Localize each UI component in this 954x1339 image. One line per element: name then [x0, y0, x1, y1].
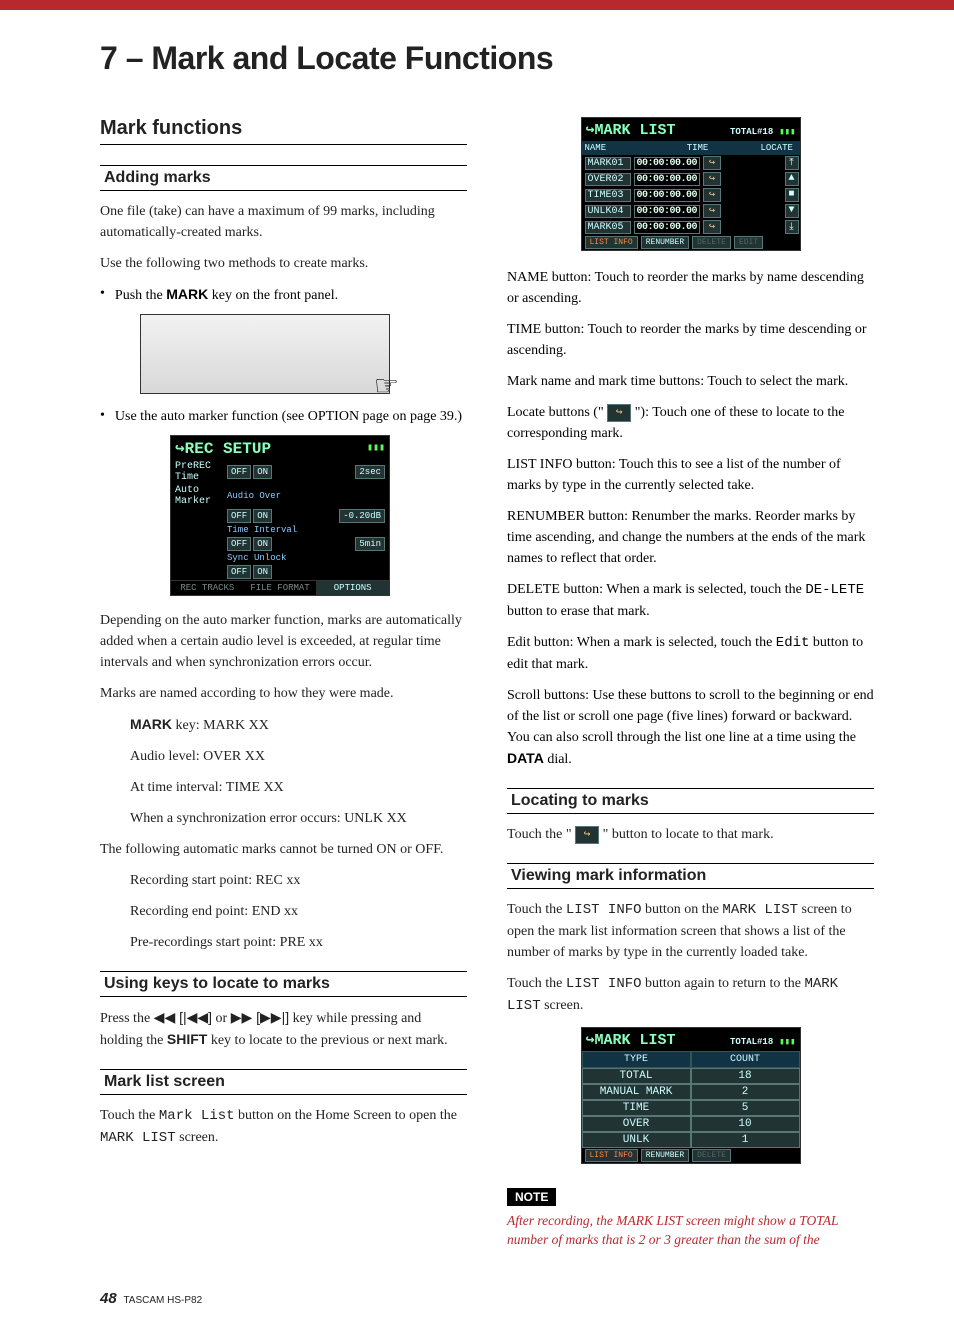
viewing-p1: Touch the LIST INFO button on the MARK L… [507, 899, 874, 963]
info-list-info-btn: LIST INFO [585, 1149, 638, 1162]
named-mark: MARK key: MARK XX [100, 714, 467, 736]
battery-icon: ▮▮▮ [779, 127, 795, 137]
adding-p4: Marks are named according to how they we… [100, 683, 467, 704]
def-renumber: RENUMBER button: Renumber the marks. Reo… [507, 506, 874, 569]
edit-btn: EDIT [734, 236, 763, 249]
right-column: ↪MARK LIST TOTAL#18 ▮▮▮ NAME TIME LOCATE… [507, 117, 874, 1250]
scroll-up-icon: ▲ [785, 172, 799, 186]
named-audio: Audio level: OVER XX [100, 746, 467, 767]
locate-icon: ↪ [703, 220, 721, 234]
page-number: 48 [100, 1290, 117, 1307]
scroll-pos-icon: ■ [785, 188, 799, 202]
banner [0, 0, 954, 10]
locate-icon: ↪ [703, 204, 721, 218]
subsection-using-keys: Using keys to locate to marks [100, 971, 467, 997]
adding-p2: Use the following two methods to create … [100, 253, 467, 274]
rec-setup-title: ↪REC SETUP ▮▮▮ [171, 436, 389, 460]
def-scroll: Scroll buttons: Use these buttons to scr… [507, 685, 874, 770]
adding-p1: One file (take) can have a maximum of 99… [100, 201, 467, 243]
mark-list-figure: ↪MARK LIST TOTAL#18 ▮▮▮ NAME TIME LOCATE… [581, 117, 801, 251]
note-badge: NOTE [507, 1188, 556, 1206]
named-sync: When a synchronization error occurs: UNL… [100, 808, 467, 829]
tab-options: OPTIONS [316, 581, 389, 595]
def-markname: Mark name and mark time buttons: Touch t… [507, 371, 874, 392]
bullet-auto-marker: • Use the auto marker function (see OPTI… [100, 406, 467, 427]
tab-rec-tracks: REC TRACKS [171, 581, 244, 595]
viewing-p2: Touch the LIST INFO button again to retu… [507, 973, 874, 1017]
def-locate: Locate buttons (" ↪ "): Touch one of the… [507, 402, 874, 444]
battery-icon: ▮▮▮ [779, 1037, 795, 1047]
tab-file-format: FILE FORMAT [244, 581, 317, 595]
bullet-text-2: Use the auto marker function (see OPTION… [115, 406, 467, 427]
bullet-push-mark: • Push the MARK key on the front panel. [100, 284, 467, 306]
locate-icon: ↪ [607, 404, 631, 423]
finger-icon: ☞ [374, 369, 399, 403]
bullet-dot-icon: • [100, 408, 105, 424]
mark-list-text: Touch the Mark List button on the Home S… [100, 1105, 467, 1149]
renumber-btn: RENUMBER [641, 236, 689, 249]
bullet-dot-icon: • [100, 286, 105, 302]
subsection-locating: Locating to marks [507, 788, 874, 814]
subsection-mark-list-screen: Mark list screen [100, 1069, 467, 1095]
list-info-btn: LIST INFO [585, 236, 638, 249]
page-content: 7 – Mark and Locate Functions Mark funct… [0, 10, 954, 1337]
locating-text: Touch the " ↪ " button to locate to that… [507, 824, 874, 845]
locate-icon: ↪ [703, 156, 721, 170]
ml-title: ↪MARK LIST TOTAL#18 ▮▮▮ [582, 118, 800, 141]
using-keys-text: Press the ◀◀ [|◀◀] or ▶▶ [▶▶|] key while… [100, 1007, 467, 1051]
page-footer: 48 TASCAM HS-P82 [100, 1290, 874, 1307]
mark-list-info-figure: ↪MARK LIST TOTAL#18 ▮▮▮ TYPE COUNT TOTAL… [581, 1027, 801, 1164]
bullet-text-1: Push the MARK key on the front panel. [115, 284, 467, 306]
info-delete-btn: DELETE [692, 1149, 731, 1162]
def-edit: Edit button: When a mark is selected, to… [507, 632, 874, 675]
subsection-viewing: Viewing mark information [507, 863, 874, 889]
two-column-layout: Mark functions Adding marks One file (ta… [100, 117, 874, 1250]
note-text: After recording, the MARK LIST screen mi… [507, 1212, 874, 1250]
scroll-bottom-icon: ⤓ [785, 220, 799, 234]
auto-pre: Pre-recordings start point: PRE xx [100, 932, 467, 953]
locate-icon: ↪ [575, 826, 599, 845]
left-column: Mark functions Adding marks One file (ta… [100, 117, 467, 1250]
auto-end: Recording end point: END xx [100, 901, 467, 922]
def-time: TIME button: Touch to reorder the marks … [507, 319, 874, 361]
battery-icon: ▮▮▮ [367, 442, 385, 454]
adding-p5: The following automatic marks cannot be … [100, 839, 467, 860]
adding-p3: Depending on the auto marker function, m… [100, 610, 467, 673]
info-renumber-btn: RENUMBER [641, 1149, 689, 1162]
chapter-title: 7 – Mark and Locate Functions [100, 40, 874, 77]
def-listinfo: LIST INFO button: Touch this to see a li… [507, 454, 874, 496]
scroll-top-icon: ⤒ [785, 156, 799, 170]
def-delete: DELETE button: When a mark is selected, … [507, 579, 874, 622]
def-name: NAME button: Touch to reorder the marks … [507, 267, 874, 309]
info-title: ↪MARK LIST TOTAL#18 ▮▮▮ [582, 1028, 800, 1051]
auto-rec: Recording start point: REC xx [100, 870, 467, 891]
locate-icon: ↪ [703, 172, 721, 186]
model-name: TASCAM HS-P82 [123, 1295, 202, 1306]
locate-icon: ↪ [703, 188, 721, 202]
subsection-adding-marks: Adding marks [100, 165, 467, 191]
named-time: At time interval: TIME XX [100, 777, 467, 798]
scroll-down-icon: ▼ [785, 204, 799, 218]
delete-btn: DELETE [692, 236, 731, 249]
section-mark-functions: Mark functions [100, 117, 467, 145]
front-panel-figure: ☞ [140, 314, 390, 394]
rec-setup-figure: ↪REC SETUP ▮▮▮ PreREC TimeOFFON2sec Auto… [170, 435, 390, 596]
